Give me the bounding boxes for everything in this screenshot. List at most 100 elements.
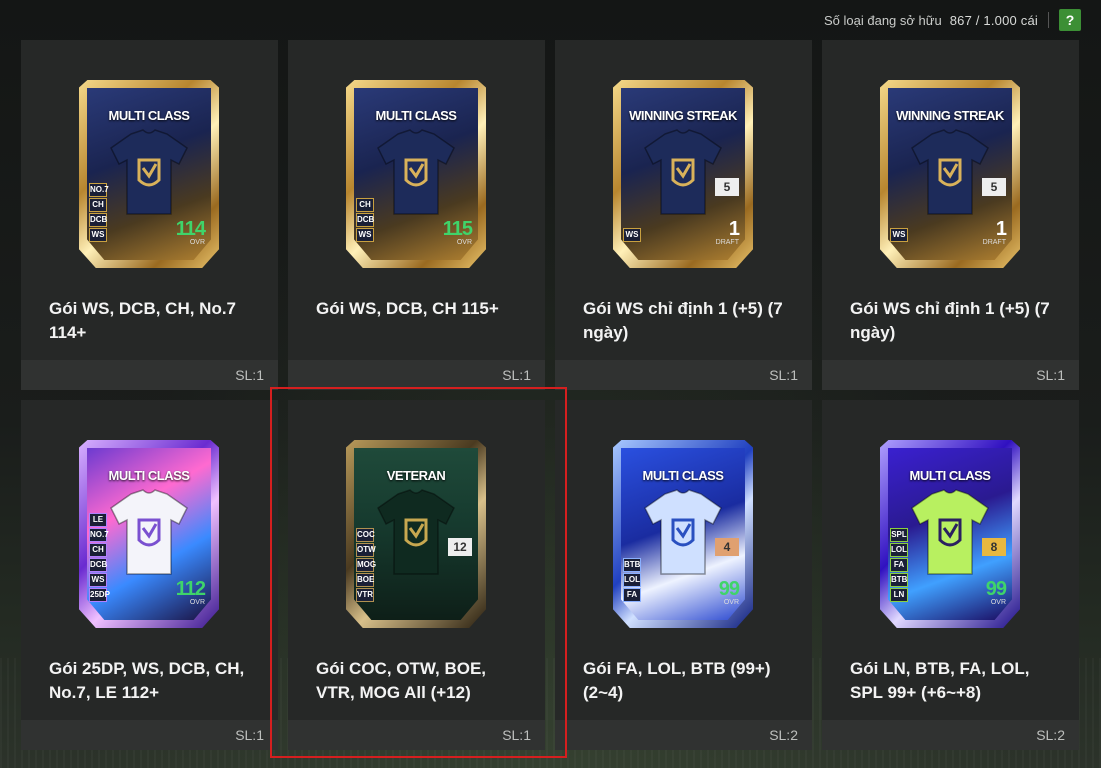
owned-label: Số loại đang sở hữu	[824, 12, 942, 28]
pack-quantity: SL:2	[555, 720, 812, 750]
card-rating: 1 DRAFT	[983, 219, 1007, 246]
pack-tile[interactable]: MULTI CLASS SPL LOL FA BTB LN 8 99 OVR Gói L…	[822, 400, 1079, 750]
card-rating-label: DRAFT	[715, 239, 739, 246]
position-tag: WS	[89, 573, 107, 587]
card-title: VETERAN	[386, 468, 446, 483]
card-rating-value: 99	[718, 578, 740, 600]
position-tag: BTB	[890, 573, 908, 587]
pack-artwork: MULTI CLASS LE NO.7 CH DCB WS 25DP 112 OVR	[21, 400, 278, 637]
owned-count: 867 / 1.000 cái	[949, 12, 1038, 28]
pack-tile[interactable]: MULTI CLASS CH DCB WS 115 OVR Gói WS, DCB,…	[288, 40, 545, 390]
upgrade-badge: 5	[982, 178, 1006, 196]
position-tag: DCB	[356, 213, 374, 227]
pack-name: Gói WS, DCB, CH, No.7 114+	[49, 299, 236, 342]
pack-artwork: VETERAN COC OTW MOG BOE VTR 12	[288, 400, 545, 637]
upgrade-badge: 5	[715, 178, 739, 196]
jersey-icon	[110, 129, 188, 215]
jersey-icon	[644, 129, 722, 215]
help-button[interactable]: ?	[1059, 9, 1081, 31]
position-tags: BTB LOL FA	[623, 558, 641, 602]
player-card: MULTI CLASS SPL LOL FA BTB LN 8 99 OVR	[880, 440, 1020, 628]
card-rating: 99 OVR	[718, 578, 740, 606]
position-tag: NO.7	[89, 528, 109, 542]
pack-tile[interactable]: MULTI CLASS NO.7 CH DCB WS 114 OVR Gói WS, …	[21, 40, 278, 390]
position-tag: OTW	[356, 543, 376, 557]
player-card: MULTI CLASS CH DCB WS 115 OVR	[346, 80, 486, 268]
pack-name: Gói LN, BTB, FA, LOL, SPL 99+ (+6~+8)	[850, 659, 1030, 702]
player-card: MULTI CLASS NO.7 CH DCB WS 114 OVR	[79, 80, 219, 268]
position-tag: BOE	[356, 573, 374, 587]
pack-artwork: MULTI CLASS BTB LOL FA 4 99 OVR	[555, 400, 812, 637]
position-tag: FA	[890, 558, 908, 572]
player-card: WINNING STREAK WS 5 1 DRAFT	[613, 80, 753, 268]
card-rating-value: 112	[175, 578, 206, 600]
card-rating-label: OVR	[456, 239, 472, 246]
pack-quantity: SL:1	[288, 360, 545, 390]
position-tag: LN	[890, 588, 908, 602]
position-tags: COC OTW MOG BOE VTR	[356, 528, 376, 602]
inventory-status: Số loại đang sở hữu 867 / 1.000 cái ?	[824, 8, 1081, 32]
card-title: WINNING STREAK	[896, 108, 1004, 123]
upgrade-badge: 8	[982, 538, 1006, 556]
position-tag: LE	[89, 513, 107, 527]
pack-tile[interactable]: VETERAN COC OTW MOG BOE VTR 12 Gói COC, OTW,…	[288, 400, 545, 750]
card-title: MULTI CLASS	[375, 108, 457, 123]
card-rating-value: 99	[985, 578, 1007, 600]
pack-tile[interactable]: WINNING STREAK WS 5 1 DRAFT Gói WS chỉ đ…	[555, 40, 812, 390]
pack-artwork: MULTI CLASS SPL LOL FA BTB LN 8 99 OVR	[822, 400, 1079, 637]
card-title: MULTI CLASS	[108, 468, 190, 483]
card-rating: 1 DRAFT	[715, 219, 740, 246]
card-rating: 99 OVR	[985, 578, 1007, 606]
card-title: MULTI CLASS	[642, 468, 724, 483]
card-rating-value: 114	[175, 218, 206, 240]
card-rating-label: OVR	[189, 239, 205, 246]
card-rating: 115 OVR	[442, 218, 473, 246]
pack-name: Gói FA, LOL, BTB (99+) (2~4)	[583, 659, 771, 702]
upgrade-badge: 4	[715, 538, 739, 556]
card-title: MULTI CLASS	[108, 108, 190, 123]
card-rating: 114 OVR	[175, 218, 206, 246]
pack-quantity: SL:1	[21, 720, 278, 750]
pack-quantity: SL:1	[555, 360, 812, 390]
pack-name: Gói WS chỉ định 1 (+5) (7 ngày)	[850, 299, 1050, 342]
pack-name: Gói COC, OTW, BOE, VTR, MOG All (+12)	[316, 659, 486, 702]
pack-grid: MULTI CLASS NO.7 CH DCB WS 114 OVR Gói WS, …	[21, 40, 1079, 750]
pack-quantity: SL:2	[822, 720, 1079, 750]
jersey-icon	[377, 129, 455, 215]
card-rating-label: OVR	[723, 599, 739, 606]
card-rating-value: 115	[442, 218, 473, 240]
pack-tile[interactable]: MULTI CLASS LE NO.7 CH DCB WS 25DP 112 OVR Gó…	[21, 400, 278, 750]
card-rating-label: OVR	[189, 599, 205, 606]
pack-artwork: WINNING STREAK WS 5 1 DRAFT	[822, 40, 1079, 277]
jersey-icon	[110, 489, 188, 575]
position-tag: LOL	[890, 543, 908, 557]
upgrade-badge: 12	[448, 538, 472, 556]
position-tag: CH	[89, 198, 107, 212]
position-tag: DCB	[89, 213, 107, 227]
pack-quantity: SL:1	[822, 360, 1079, 390]
position-tag: NO.7	[89, 183, 109, 197]
pack-quantity: SL:1	[288, 720, 545, 750]
position-tags: SPL LOL FA BTB LN	[890, 528, 908, 602]
position-tag: VTR	[356, 588, 374, 602]
pack-artwork: WINNING STREAK WS 5 1 DRAFT	[555, 40, 812, 277]
position-tags: WS	[890, 228, 908, 242]
position-tag: LOL	[623, 573, 641, 587]
position-tag: WS	[356, 228, 374, 242]
position-tags: NO.7 CH DCB WS	[89, 183, 109, 242]
pack-name: Gói 25DP, WS, DCB, CH, No.7, LE 112+	[49, 659, 245, 702]
position-tag: WS	[89, 228, 107, 242]
jersey-icon	[911, 489, 989, 575]
position-tag: SPL	[890, 528, 908, 542]
jersey-icon	[911, 129, 989, 215]
position-tag: WS	[623, 228, 641, 242]
pack-tile[interactable]: WINNING STREAK WS 5 1 DRAFT Gói WS chỉ đ…	[822, 40, 1079, 390]
position-tags: WS	[623, 228, 641, 242]
position-tag: WS	[890, 228, 908, 242]
jersey-icon	[644, 489, 722, 575]
card-rating-label: OVR	[990, 599, 1006, 606]
position-tags: LE NO.7 CH DCB WS 25DP	[89, 513, 110, 602]
player-card: VETERAN COC OTW MOG BOE VTR 12	[346, 440, 486, 628]
pack-name: Gói WS, DCB, CH 115+	[316, 299, 499, 318]
pack-tile[interactable]: MULTI CLASS BTB LOL FA 4 99 OVR Gói FA, LO…	[555, 400, 812, 750]
